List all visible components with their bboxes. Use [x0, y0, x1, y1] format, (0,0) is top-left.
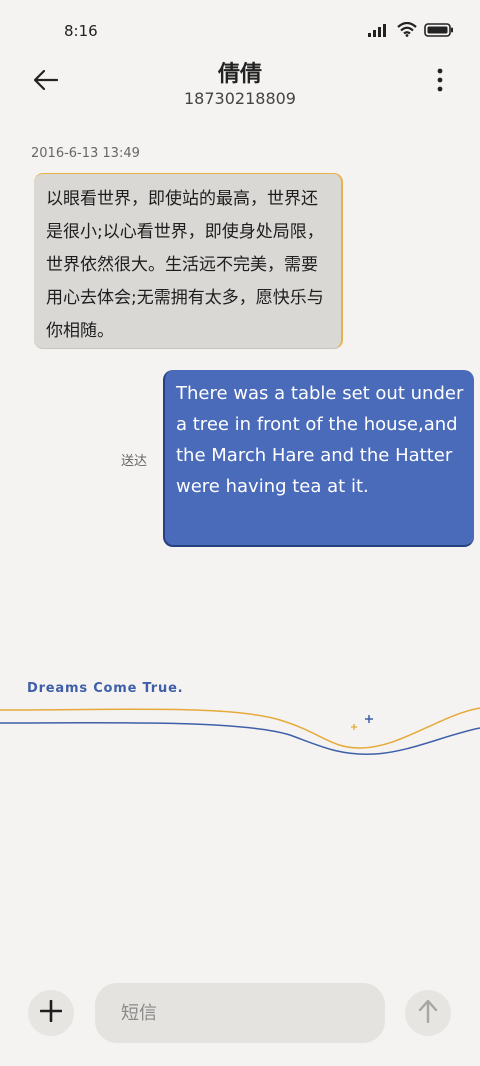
status-time: 8:16 [64, 22, 98, 40]
message-input[interactable] [95, 983, 385, 1043]
incoming-message-bubble[interactable]: 以眼看世界，即使站的最高，世界还是很小;以心看世界，即使身处局限，世界依然很大。… [34, 173, 343, 349]
status-icons [368, 21, 454, 41]
battery-icon [424, 22, 454, 41]
contact-name: 倩倩 [217, 62, 262, 87]
sparkle-icon [365, 715, 373, 723]
add-attachment-button[interactable] [28, 990, 74, 1036]
delivery-status: 送达 [121, 454, 148, 469]
sparkle-icon [351, 724, 357, 730]
message-timestamp: 2016-6-13 13:49 [31, 146, 140, 161]
more-vertical-icon [437, 68, 443, 96]
decoration-waves [0, 707, 480, 756]
gold-wave-line [0, 707, 480, 749]
outgoing-message-bubble[interactable]: There was a table set out under a tree i… [163, 370, 474, 547]
send-button[interactable] [405, 990, 451, 1036]
wifi-icon [397, 21, 417, 41]
blue-wave-line [0, 722, 480, 756]
send-arrow-icon [418, 999, 438, 1027]
more-options-button[interactable] [430, 66, 450, 98]
signal-icon [368, 22, 390, 41]
status-bar: 8:16 [0, 0, 480, 60]
composer-bar [0, 980, 480, 1046]
contact-number: 18730218809 [184, 89, 296, 108]
conversation-header: 倩倩 18730218809 [0, 52, 480, 122]
plus-icon [39, 999, 63, 1026]
